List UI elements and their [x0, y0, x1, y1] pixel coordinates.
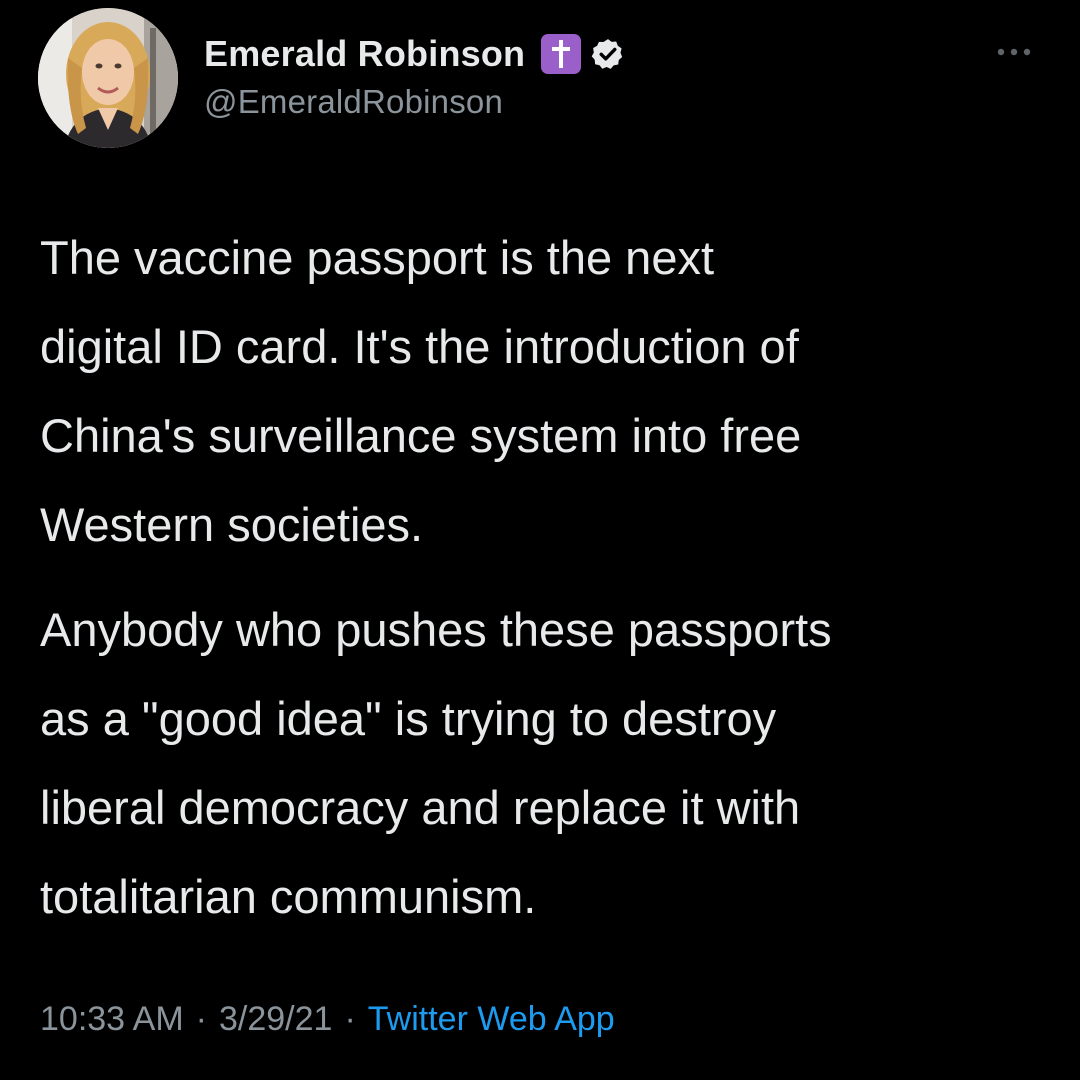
ellipsis-icon: [997, 48, 1031, 56]
more-options-button[interactable]: [988, 36, 1040, 68]
tweet-text-line: liberal democracy and replace it with: [40, 781, 801, 834]
tweet-paragraph: The vaccine passport is the next digital…: [40, 213, 1050, 569]
tweet-date[interactable]: 3/29/21: [219, 1000, 332, 1039]
tweet-text-line: Anybody who pushes these passports: [40, 603, 832, 656]
meta-separator: ·: [344, 1000, 356, 1038]
author-name-row: Emerald Robinson: [204, 30, 625, 78]
tweet-text-line: totalitarian communism.: [40, 870, 537, 923]
tweet-text-line: Western societies.: [40, 498, 424, 551]
source-app-link[interactable]: Twitter Web App: [368, 1000, 615, 1039]
tweet-time[interactable]: 10:33 AM: [40, 1000, 184, 1039]
author-display-name[interactable]: Emerald Robinson: [204, 33, 525, 75]
author-handle[interactable]: @EmeraldRobinson: [204, 83, 503, 121]
tweet-meta: 10:33 AM · 3/29/21 · Twitter Web App: [40, 1000, 615, 1039]
tweet-text-line: as a "good idea" is trying to destroy: [40, 692, 777, 745]
verified-icon: [591, 37, 625, 71]
tweet-paragraph: Anybody who pushes these passports as a …: [40, 585, 1050, 941]
tweet-text-line: digital ID card. It's the introduction o…: [40, 320, 799, 373]
avatar-photo: [38, 8, 178, 148]
avatar[interactable]: [38, 8, 178, 148]
tweet-text-line: China's surveillance system into free: [40, 409, 802, 462]
tweet-card: Emerald Robinson @EmeraldRobinson The va…: [0, 0, 1080, 1080]
tweet-text: The vaccine passport is the next digital…: [40, 213, 1050, 941]
meta-separator: ·: [195, 1000, 207, 1038]
latin-cross-icon: [541, 34, 582, 74]
tweet-text-line: The vaccine passport is the next: [40, 231, 715, 284]
